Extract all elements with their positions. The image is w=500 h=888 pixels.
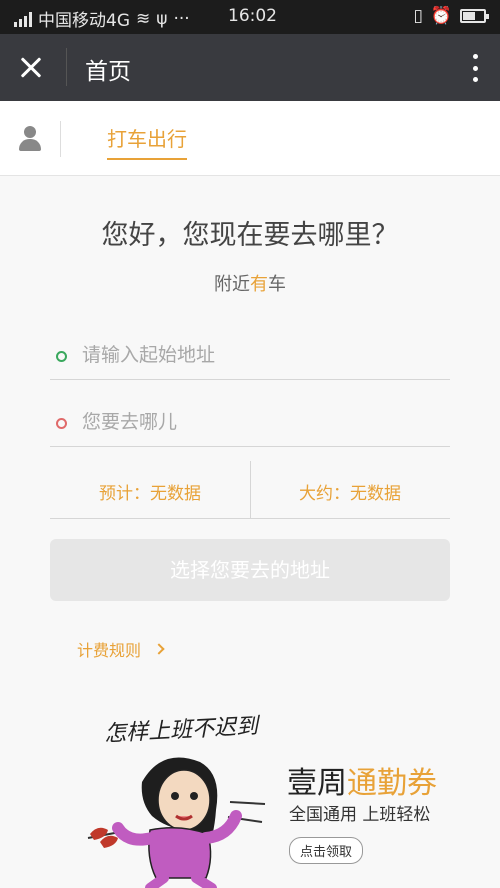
approx-label: 大约：无数据	[299, 484, 401, 504]
title-bar: 首页	[0, 34, 500, 101]
running-woman-illustration	[87, 757, 266, 888]
claim-button[interactable]: 点击领取	[289, 837, 364, 864]
pricing-rules-link[interactable]: 计费规则	[77, 637, 165, 661]
promo-banner[interactable]: 怎样上班不迟到 壹周通勤券 全国通用 上班轻松 点击领取	[60, 700, 500, 888]
tab-divider	[60, 121, 61, 157]
title-divider	[66, 48, 67, 86]
battery-icon	[460, 9, 489, 23]
greeting-heading: 您好，您现在要去哪里？	[101, 220, 399, 251]
carrier-label: 中国移动4G	[38, 11, 130, 31]
banner-title: 壹周通勤券	[287, 758, 437, 802]
more-notifications-icon: ···	[173, 8, 190, 29]
destination-field	[50, 397, 450, 447]
page-title: 首页	[85, 59, 131, 85]
banner-title-highlight: 通勤券	[347, 766, 437, 801]
select-destination-button[interactable]: 选择您要去的地址	[50, 539, 450, 601]
close-icon[interactable]	[14, 52, 50, 84]
vibrate-icon: ▯	[413, 6, 423, 26]
tab-taxi[interactable]: 打车出行	[107, 123, 187, 160]
nearby-highlight: 有	[250, 274, 268, 295]
nearby-prefix: 附近	[214, 274, 250, 295]
start-address-input[interactable]	[82, 340, 442, 370]
tab-bar: 打车出行	[0, 101, 500, 176]
estimate-label: 预计：无数据	[99, 484, 201, 504]
destination-input[interactable]	[82, 407, 442, 437]
status-bar: 中国移动4G ≋ ψ ··· 16:02 ▯ ⏰	[0, 0, 500, 34]
nearby-cars-status: 附近有车	[0, 270, 500, 296]
start-dot-icon	[56, 351, 67, 362]
nearby-suffix: 车	[268, 274, 286, 295]
more-options-icon[interactable]	[470, 54, 480, 82]
wifi-icon: ≋	[136, 8, 151, 29]
estimates-row: 预计：无数据 大约：无数据	[50, 461, 450, 519]
usb-icon: ψ	[156, 8, 168, 29]
alarm-icon: ⏰	[430, 6, 452, 26]
banner-title-prefix: 壹周	[287, 766, 347, 801]
destination-dot-icon	[56, 418, 67, 429]
banner-subtitle: 全国通用 上班轻松	[289, 805, 431, 825]
signal-icon	[14, 11, 32, 27]
start-address-field	[50, 330, 450, 380]
user-icon[interactable]	[18, 126, 42, 152]
clock: 16:02	[228, 6, 277, 26]
chevron-right-icon	[153, 643, 165, 655]
pricing-rules-label: 计费规则	[77, 641, 142, 660]
